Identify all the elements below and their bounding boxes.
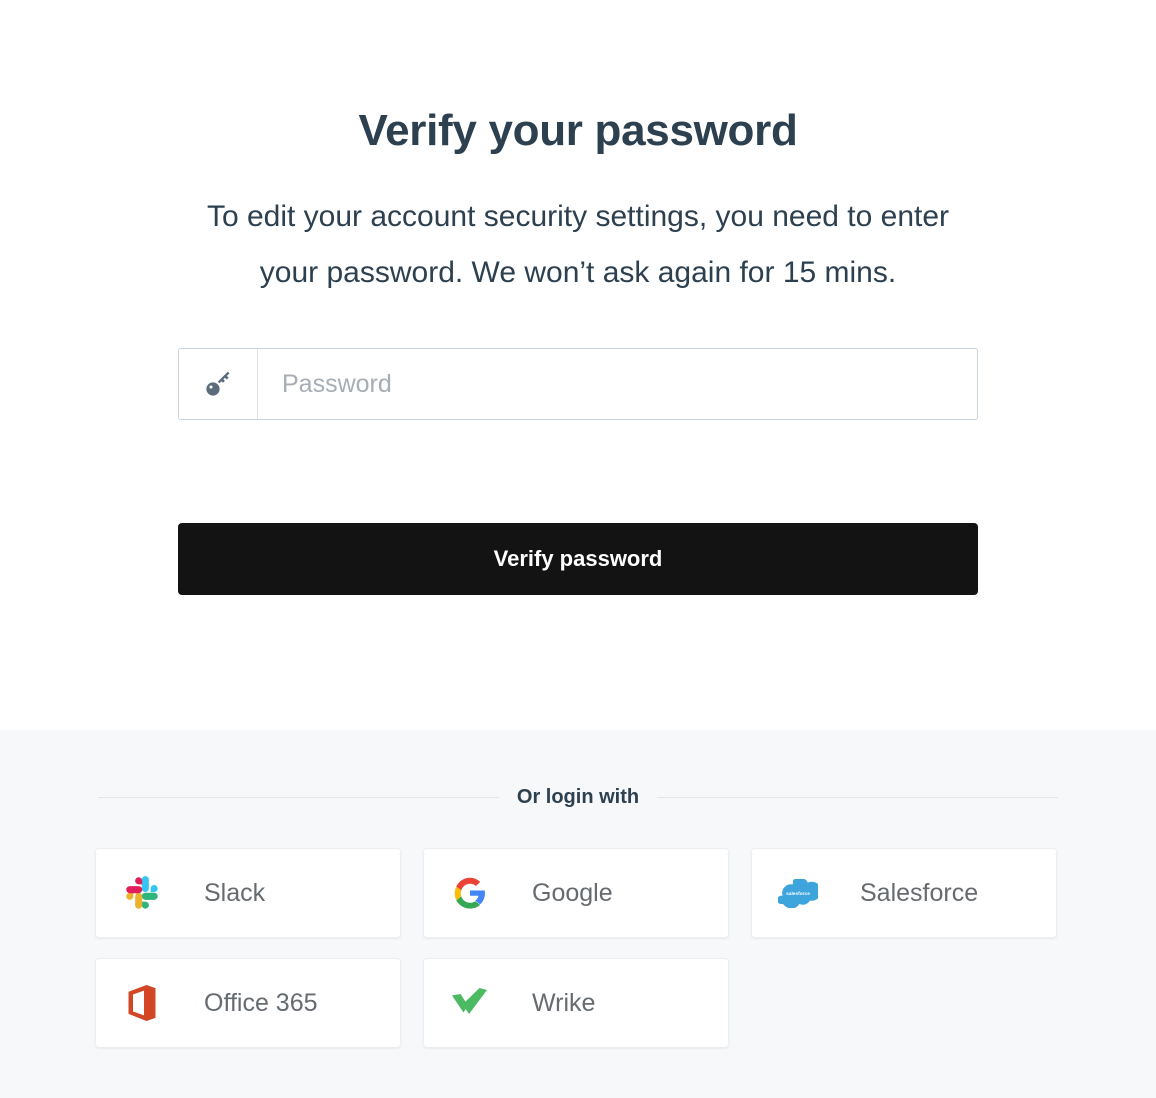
verify-password-button[interactable]: Verify password bbox=[178, 523, 978, 596]
salesforce-icon: salesforce bbox=[776, 878, 820, 908]
google-icon bbox=[448, 876, 492, 910]
sso-provider-label: Slack bbox=[204, 878, 266, 907]
submit-row: Verify password bbox=[178, 523, 978, 596]
divider-rule-left bbox=[98, 797, 499, 798]
divider-rule-right bbox=[657, 797, 1058, 798]
divider-label: Or login with bbox=[516, 786, 640, 808]
sso-provider-label: Google bbox=[532, 878, 613, 907]
wrike-icon bbox=[448, 988, 492, 1018]
slack-icon bbox=[120, 876, 164, 910]
sso-provider-office365[interactable]: Office 365 bbox=[95, 958, 401, 1048]
verify-password-section: Verify your password To edit your accoun… bbox=[0, 0, 1156, 730]
sso-provider-grid: Slack Google salesforce Salesforce Offic… bbox=[95, 848, 1061, 1048]
sso-provider-label: Office 365 bbox=[204, 988, 318, 1017]
sso-provider-salesforce[interactable]: salesforce Salesforce bbox=[751, 848, 1057, 938]
key-icon bbox=[179, 349, 258, 420]
page-title: Verify your password bbox=[358, 106, 798, 155]
sso-provider-slack[interactable]: Slack bbox=[95, 848, 401, 938]
page-subtitle: To edit your account security settings, … bbox=[206, 200, 950, 290]
password-input-group[interactable] bbox=[178, 348, 978, 421]
sso-divider: Or login with bbox=[98, 786, 1058, 809]
salesforce-wordmark: salesforce bbox=[786, 891, 810, 897]
password-field-row bbox=[178, 348, 978, 421]
password-input[interactable] bbox=[258, 349, 977, 420]
sso-provider-label: Wrike bbox=[532, 988, 596, 1017]
sso-section: Or login with Slack Google salesforce Sa… bbox=[0, 730, 1156, 1098]
sso-provider-label: Salesforce bbox=[860, 878, 979, 907]
office365-icon bbox=[120, 985, 164, 1021]
sso-provider-wrike[interactable]: Wrike bbox=[423, 958, 729, 1048]
sso-provider-google[interactable]: Google bbox=[423, 848, 729, 938]
